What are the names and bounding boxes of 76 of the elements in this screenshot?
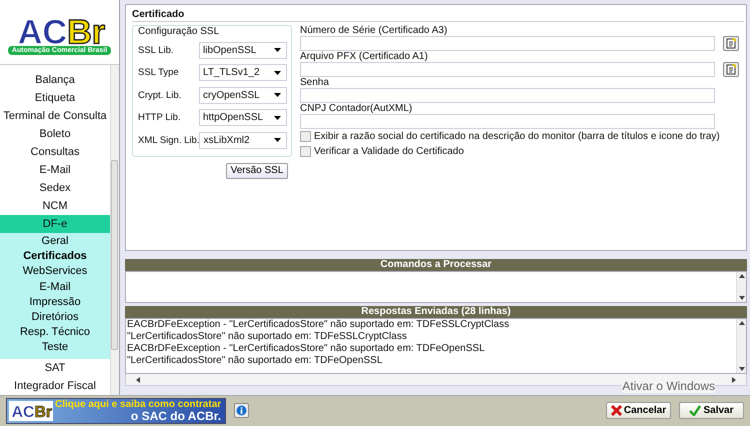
scroll-up-icon[interactable] xyxy=(738,274,744,278)
sidebar-item[interactable]: Consultas xyxy=(0,143,110,161)
dropdown[interactable]: xsLibXml2 xyxy=(199,132,287,149)
sidebar-subitem[interactable]: Diretórios xyxy=(0,310,110,326)
input-field[interactable] xyxy=(300,114,715,129)
close-icon xyxy=(610,405,622,416)
log-line: "LerCertificadosStore" não suportado em: TDFeSSLCryptClass xyxy=(126,331,408,343)
log-line: EACBrDFeException - "LerCertificadosStore" não suportado em: TDFeSSLCryptClass xyxy=(126,319,510,331)
sidebar-subitem[interactable]: Resp. Técnico xyxy=(0,325,110,340)
log-line: "LerCertificadosStore" não suportado em: TDFeOpenSSL xyxy=(126,355,384,367)
field-label: XML Sign. Lib. xyxy=(138,134,200,146)
sidebar-subitem[interactable]: Teste xyxy=(0,340,110,356)
sidebar-item[interactable]: E-Mail xyxy=(0,161,110,179)
check-icon xyxy=(689,405,702,416)
field-label: Arquivo PFX (Certificado A1) xyxy=(300,51,429,62)
input-field[interactable] xyxy=(300,62,715,77)
panel-header: Respostas Enviadas (28 linhas) xyxy=(125,306,747,318)
sidebar-item[interactable]: Sedex xyxy=(0,179,110,197)
scroll-down-icon[interactable] xyxy=(738,296,744,300)
banner-text: Clique aqui e saiba como contratar xyxy=(55,399,222,410)
checkbox-label: Exibir a razão social do certificado na descrição do monitor (barra de títulos e icone do tray) xyxy=(314,131,720,142)
input-field[interactable] xyxy=(300,36,715,51)
caret-icon xyxy=(274,70,281,75)
scroll-up-icon[interactable] xyxy=(738,321,744,325)
field-label: Número de Série (Certificado A3) xyxy=(300,25,448,36)
panel-header: Comandos a Processar xyxy=(125,259,747,271)
sidebar-item[interactable]: Terminal de Consulta xyxy=(0,107,110,125)
group-title: Configuração SSL xyxy=(138,26,220,37)
checkbox-label: Verificar a Validade do Certificado xyxy=(314,146,464,157)
sidebar-item[interactable]: Integrador Fiscal xyxy=(0,376,110,394)
sidebar-subitem[interactable]: Geral xyxy=(0,234,110,250)
field-label: Crypt. Lib. xyxy=(138,90,182,101)
browse-button[interactable] xyxy=(723,62,739,77)
field-label: HTTP Lib. xyxy=(138,112,181,124)
scrollbar[interactable] xyxy=(736,272,746,302)
browse-button[interactable] xyxy=(723,36,739,51)
scrollbar[interactable] xyxy=(736,319,746,373)
input-field[interactable] xyxy=(300,88,715,103)
info-button[interactable] xyxy=(234,403,250,418)
field-label: Senha xyxy=(300,77,330,88)
ssl-version-button[interactable]: Versão SSL xyxy=(226,162,288,178)
save-button[interactable]: Salvar xyxy=(679,402,744,420)
banner-text: o SAC do ACBr. xyxy=(130,410,222,422)
dropdown[interactable]: httpOpenSSL xyxy=(199,109,287,126)
caret-icon xyxy=(274,116,281,120)
acbr-logo: ACBr xyxy=(9,400,53,421)
sidebar-item[interactable]: DF-e xyxy=(0,215,110,233)
field-label: SSL Type xyxy=(138,67,179,78)
scroll-left-icon[interactable] xyxy=(136,376,140,382)
dropdown[interactable]: libOpenSSL xyxy=(199,42,287,59)
sidebar-item[interactable]: Boleto xyxy=(0,125,110,143)
scroll-down-icon[interactable] xyxy=(738,367,744,371)
checkbox[interactable] xyxy=(300,131,311,142)
field-label: SSL Lib. xyxy=(138,44,174,56)
sidebar-item[interactable]: NCM xyxy=(0,197,110,215)
sidebar-item[interactable]: SAT xyxy=(0,358,110,376)
log-line: EACBrDFeException - "LerCertificadosStore" não suportado em: TDFeOpenSSL xyxy=(126,343,486,355)
dropdown[interactable]: cryOpenSSL xyxy=(199,86,287,104)
cancel-button[interactable]: Cancelar xyxy=(606,402,671,420)
sidebar-subitem[interactable]: WebServices xyxy=(0,264,110,280)
caret-icon xyxy=(274,48,281,52)
activation-watermark: Ativar o Windows xyxy=(622,380,715,392)
sidebar-item[interactable]: Etiqueta xyxy=(0,89,110,107)
checkbox[interactable] xyxy=(300,146,311,157)
caret-icon xyxy=(274,138,281,142)
responses-area[interactable] xyxy=(125,318,747,374)
scroll-right-icon[interactable] xyxy=(732,376,736,382)
group-title: Certificado xyxy=(132,9,744,22)
sidebar-subitem[interactable]: Impressão xyxy=(0,294,110,310)
field-label: CNPJ Contador(AutXML) xyxy=(300,103,414,114)
caret-icon xyxy=(274,93,281,98)
sidebar-subitem[interactable]: E-Mail xyxy=(0,280,110,295)
sidebar-item[interactable]: Balança xyxy=(0,71,110,89)
scrollbar[interactable] xyxy=(110,65,119,394)
sidebar-subitem[interactable]: Certificados xyxy=(0,249,110,264)
dropdown[interactable]: LT_TLSv1_2 xyxy=(199,64,287,82)
